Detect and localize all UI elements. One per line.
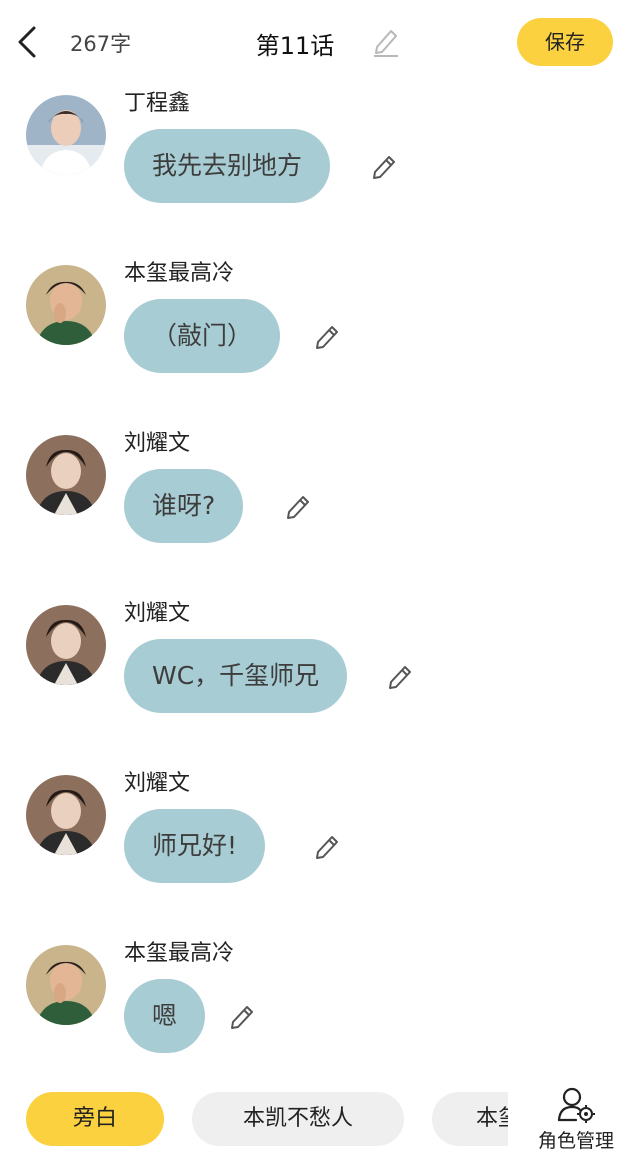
pencil-icon	[389, 666, 411, 689]
edit-title-button[interactable]	[371, 25, 401, 57]
edit-message-button[interactable]	[284, 492, 312, 520]
avatar[interactable]	[26, 605, 106, 685]
message-bubble[interactable]: 嗯	[124, 979, 206, 1053]
message-item: 刘耀文 谁呀?	[0, 425, 640, 545]
edit-message-button[interactable]	[228, 1002, 256, 1030]
back-button[interactable]	[12, 22, 42, 62]
avatar[interactable]	[26, 435, 106, 515]
edit-message-button[interactable]	[370, 152, 398, 180]
message-item: 本玺最高冷 （敲门）	[0, 255, 640, 375]
character-name: 刘耀文	[124, 771, 191, 796]
pencil-icon	[374, 30, 398, 57]
avatar[interactable]	[26, 945, 106, 1025]
pencil-icon	[231, 1006, 253, 1029]
pencil-icon	[316, 836, 338, 859]
avatar[interactable]	[26, 775, 106, 855]
message-bubble[interactable]: 我先去别地方	[124, 129, 331, 203]
role-selector-bar: 旁白 本凯不愁人 本玺 角色管理	[0, 1080, 640, 1169]
pencil-icon	[373, 156, 395, 179]
chapter-title: 第11话	[255, 32, 335, 60]
message-item: 刘耀文 WC，千玺师兄	[0, 595, 640, 715]
message-item: 丁程鑫 我先去别地方	[0, 85, 640, 205]
chevron-left-icon	[18, 26, 36, 58]
role-chip-narration[interactable]: 旁白	[26, 1092, 164, 1146]
edit-message-button[interactable]	[313, 322, 341, 350]
character-name: 丁程鑫	[124, 91, 191, 116]
pencil-icon	[287, 496, 309, 519]
role-chip[interactable]: 本玺	[432, 1092, 508, 1146]
role-manage-button[interactable]: 角色管理	[528, 1086, 624, 1162]
role-manage-label: 角色管理	[537, 1130, 614, 1152]
message-bubble[interactable]: 谁呀?	[124, 469, 244, 543]
character-name: 刘耀文	[124, 431, 191, 456]
message-item: 本玺最高冷 嗯	[0, 935, 640, 1055]
message-bubble[interactable]: （敲门）	[124, 299, 281, 373]
pencil-icon	[316, 326, 338, 349]
message-bubble[interactable]: WC，千玺师兄	[124, 639, 348, 713]
user-settings-icon	[557, 1087, 595, 1123]
role-chip[interactable]: 本凯不愁人	[192, 1092, 404, 1146]
avatar[interactable]	[26, 265, 106, 345]
edit-message-button[interactable]	[386, 662, 414, 690]
edit-message-button[interactable]	[313, 832, 341, 860]
message-bubble[interactable]: 师兄好!	[124, 809, 266, 883]
top-bar: 267字 第11话 保存	[0, 0, 640, 86]
character-name: 本玺最高冷	[124, 261, 235, 286]
character-name: 刘耀文	[124, 601, 191, 626]
character-name: 本玺最高冷	[124, 941, 235, 966]
avatar[interactable]	[26, 95, 106, 175]
word-count: 267字	[70, 32, 132, 56]
role-chip-list[interactable]: 旁白 本凯不愁人 本玺	[0, 1080, 508, 1169]
save-button[interactable]: 保存	[517, 18, 613, 66]
message-item: 刘耀文 师兄好!	[0, 765, 640, 885]
